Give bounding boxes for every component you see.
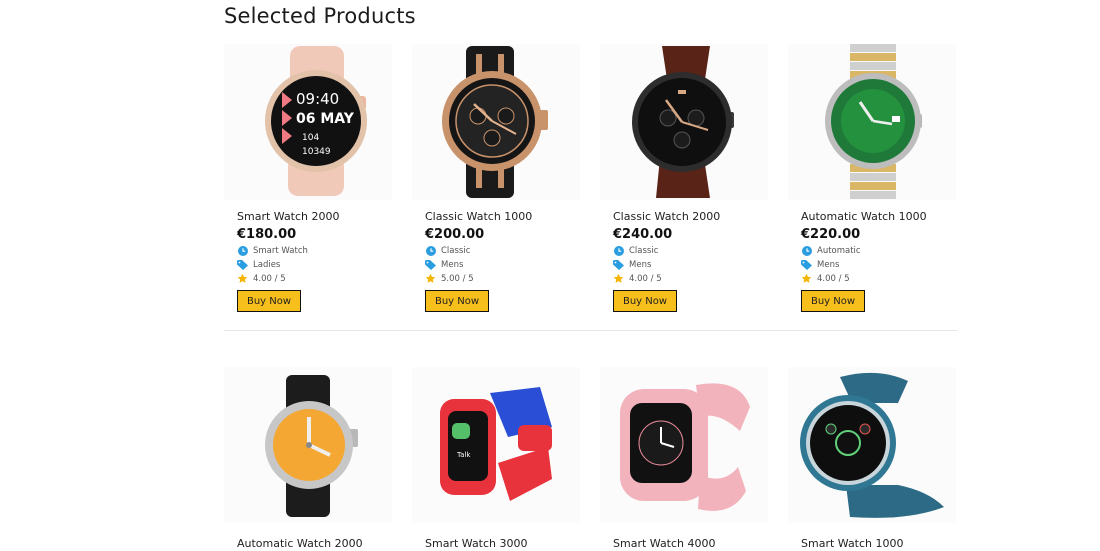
watch-date-text: 06 MAY: [296, 111, 355, 127]
category-label: Classic: [441, 245, 471, 256]
product-image[interactable]: Talk: [412, 367, 580, 523]
product-category: Automatic: [801, 245, 956, 256]
brown-leather-chronograph-image: [632, 46, 734, 198]
talk-text: Talk: [456, 451, 471, 459]
section-title: Selected Products: [224, 4, 416, 28]
category-label: Smart Watch: [253, 245, 308, 256]
star-icon: [801, 273, 812, 284]
buy-now-button[interactable]: Buy Now: [237, 290, 301, 312]
buy-now-button[interactable]: Buy Now: [425, 290, 489, 312]
buy-now-button[interactable]: Buy Now: [801, 290, 865, 312]
buy-now-button[interactable]: Buy Now: [613, 290, 677, 312]
product-gender: Mens: [801, 259, 956, 270]
product-price: €220.00: [801, 227, 861, 242]
category-label: Automatic: [817, 245, 861, 256]
product-category: Classic: [425, 245, 580, 256]
product-rating: 4.00 / 5: [613, 273, 768, 284]
clock-icon: [801, 245, 812, 256]
product-name[interactable]: Classic Watch 2000: [613, 210, 768, 224]
product-card: 09:40 06 MAY 104 10349 Smart Watch 2000 …: [224, 44, 392, 312]
star-icon: [613, 273, 624, 284]
category-label: Classic: [629, 245, 659, 256]
product-card: Classic Watch 2000 €240.00 Classic Mens …: [600, 44, 768, 312]
product-card: Talk Smart Watch 3000: [412, 367, 580, 551]
product-card: Classic Watch 1000 €200.00 Classic Mens …: [412, 44, 580, 312]
product-image[interactable]: [600, 44, 768, 200]
product-card: Smart Watch 1000: [788, 367, 956, 551]
rating-label: 4.00 / 5: [817, 273, 850, 284]
product-price: €240.00: [613, 227, 673, 242]
tag-icon: [237, 259, 248, 270]
product-category: Classic: [613, 245, 768, 256]
product-name[interactable]: Automatic Watch 1000: [801, 210, 956, 224]
product-rating: 4.00 / 5: [801, 273, 956, 284]
gender-label: Ladies: [253, 259, 281, 270]
rating-label: 5.00 / 5: [441, 273, 474, 284]
green-dial-steel-watch-image: [825, 44, 922, 199]
kids-red-smart-watch-image: Talk: [440, 387, 552, 501]
product-name[interactable]: Classic Watch 1000: [425, 210, 580, 224]
product-image[interactable]: [412, 44, 580, 200]
rating-label: 4.00 / 5: [253, 273, 286, 284]
product-card: Smart Watch 4000: [600, 367, 768, 551]
row-divider: [224, 330, 957, 331]
rose-smart-watch-image: 09:40 06 MAY 104 10349: [265, 46, 367, 196]
product-name[interactable]: Automatic Watch 2000: [237, 537, 392, 551]
watch-stat-text: 104: [302, 133, 319, 143]
product-image[interactable]: [600, 367, 768, 523]
product-image[interactable]: 09:40 06 MAY 104 10349: [224, 44, 392, 200]
product-image[interactable]: [788, 44, 956, 200]
gender-label: Mens: [629, 259, 652, 270]
product-price: €180.00: [237, 227, 297, 242]
product-image[interactable]: [224, 367, 392, 523]
product-gender: Mens: [613, 259, 768, 270]
product-card: Automatic Watch 2000: [224, 367, 392, 551]
product-rating: 4.00 / 5: [237, 273, 392, 284]
product-name[interactable]: Smart Watch 1000: [801, 537, 956, 551]
product-image[interactable]: [788, 367, 956, 523]
gold-chronograph-watch-image: [442, 46, 548, 198]
blue-round-smart-watch-image: [800, 372, 944, 518]
product-rating: 5.00 / 5: [425, 273, 580, 284]
star-icon: [237, 273, 248, 284]
product-category: Smart Watch: [237, 245, 392, 256]
rating-label: 4.00 / 5: [629, 273, 662, 284]
product-name[interactable]: Smart Watch 2000: [237, 210, 392, 224]
product-name[interactable]: Smart Watch 3000: [425, 537, 580, 551]
product-card: Automatic Watch 1000 €220.00 Automatic M…: [788, 44, 956, 312]
clock-icon: [425, 245, 436, 256]
pink-kids-smart-watch-image: [620, 383, 750, 511]
clock-icon: [237, 245, 248, 256]
clock-icon: [613, 245, 624, 256]
gender-label: Mens: [817, 259, 840, 270]
watch-time-text: 09:40: [296, 90, 339, 108]
product-listing-page: Selected Products 09:40 06 MAY 104 10349: [0, 0, 1100, 550]
tag-icon: [425, 259, 436, 270]
tag-icon: [613, 259, 624, 270]
product-name[interactable]: Smart Watch 4000: [613, 537, 768, 551]
product-gender: Mens: [425, 259, 580, 270]
star-icon: [425, 273, 436, 284]
product-gender: Ladies: [237, 259, 392, 270]
orange-dial-diver-watch-image: [265, 375, 358, 517]
product-price: €200.00: [425, 227, 485, 242]
watch-steps-text: 10349: [302, 147, 331, 157]
tag-icon: [801, 259, 812, 270]
gender-label: Mens: [441, 259, 464, 270]
